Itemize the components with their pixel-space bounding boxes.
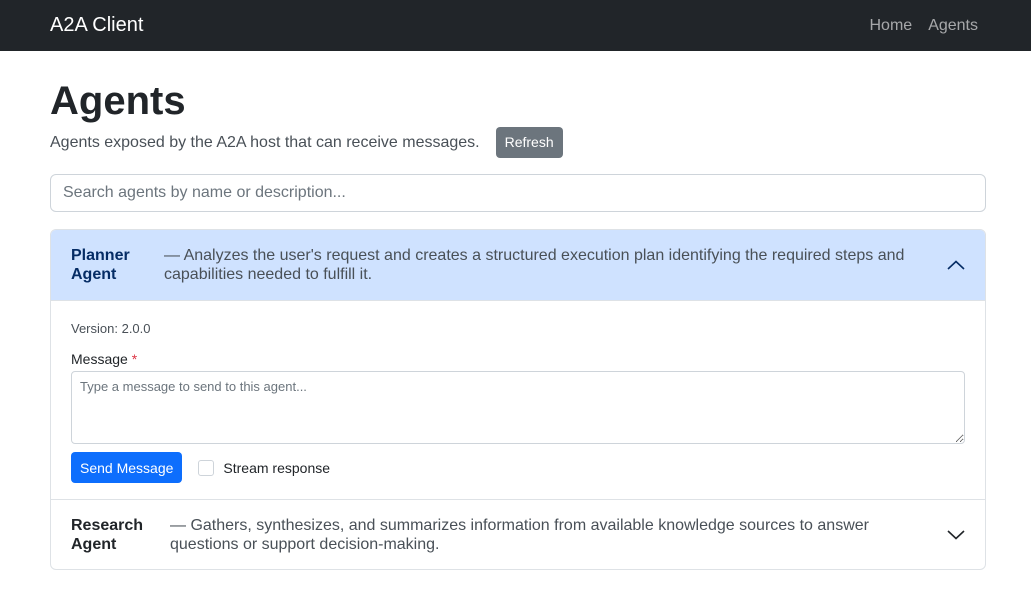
agent-description: — Analyzes the user's request and create… (164, 247, 905, 283)
nav-links: Home Agents (870, 17, 979, 35)
stream-response-checkbox[interactable] (198, 459, 215, 476)
agent-name-line2: Agent (71, 266, 117, 283)
subtitle-row: Agents exposed by the A2A host that can … (50, 127, 986, 158)
page-subtitle: Agents exposed by the A2A host that can … (50, 133, 480, 151)
agents-accordion: Planner Agent — Analyzes the user's requ… (50, 229, 986, 570)
stream-response-toggle[interactable]: Stream response (198, 459, 331, 476)
agent-name-line1: Research (71, 516, 144, 534)
message-label: Message * (71, 352, 965, 367)
message-label-text: Message (71, 351, 128, 367)
page-title: Agents (50, 79, 186, 123)
main-content: Agents Agents exposed by the A2A host th… (50, 51, 986, 570)
chevron-down-icon[interactable] (925, 525, 965, 545)
nav-link-home[interactable]: Home (870, 17, 913, 35)
agent-name: Planner Agent (71, 246, 164, 284)
agent-header-research[interactable]: Research Agent — Gathers, synthesizes, a… (51, 499, 985, 569)
message-actions: Send Message Stream response (71, 452, 965, 483)
agent-version: Version: 2.0.0 (71, 321, 151, 336)
navbar: A2A Client Home Agents (0, 0, 1031, 51)
chevron-up-icon[interactable] (925, 255, 965, 275)
message-textarea[interactable] (71, 371, 965, 444)
navbar-brand[interactable]: A2A Client (50, 14, 143, 37)
agent-body-planner: Version: 2.0.0 Message * Send Message St… (51, 301, 985, 499)
agent-name: Research Agent (71, 516, 170, 554)
agent-description: — Gathers, synthesizes, and summarizes i… (170, 516, 869, 553)
required-mark: * (131, 351, 138, 367)
send-message-button[interactable]: Send Message (71, 452, 183, 483)
agent-name-line1: Planner (71, 247, 130, 264)
refresh-button[interactable]: Refresh (495, 127, 563, 158)
agent-header-planner[interactable]: Planner Agent — Analyzes the user's requ… (51, 230, 985, 301)
stream-response-label: Stream response (223, 459, 331, 476)
agent-name-line2: Agent (71, 535, 117, 553)
nav-link-agents[interactable]: Agents (928, 17, 978, 35)
search-input[interactable] (50, 174, 986, 212)
